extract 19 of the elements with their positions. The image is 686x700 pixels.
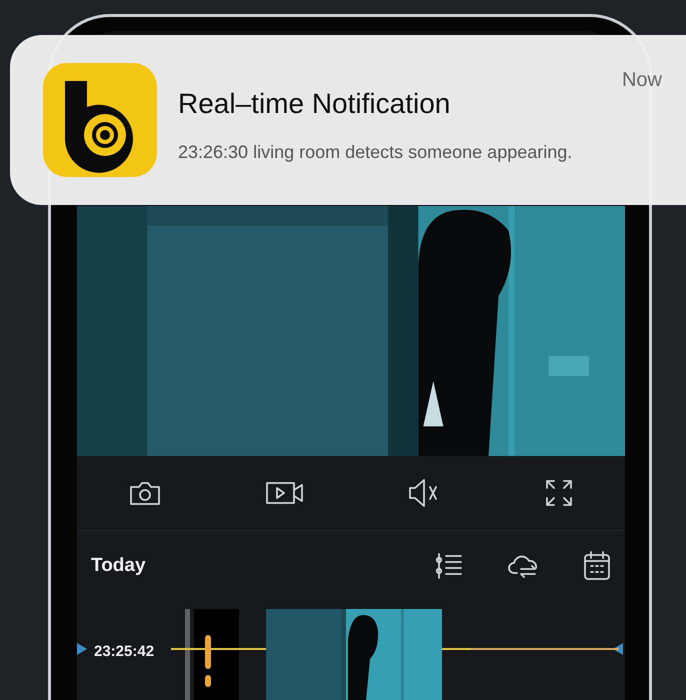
cloud-icon — [507, 553, 539, 579]
video-camera-icon — [266, 481, 304, 505]
date-label: Today — [91, 554, 146, 578]
camera-icon — [129, 480, 162, 506]
event-marker — [205, 635, 211, 687]
cloud-button[interactable] — [507, 553, 539, 579]
notification-title: Real–time Notification — [178, 87, 452, 121]
video-camera-button[interactable] — [266, 481, 304, 505]
app-icon — [43, 63, 157, 177]
list-button[interactable] — [435, 552, 463, 580]
notification-time: Now — [622, 68, 662, 93]
calendar-icon — [583, 551, 611, 581]
fullscreen-button[interactable] — [544, 479, 573, 507]
list-icon — [435, 552, 463, 580]
camera-button[interactable] — [129, 480, 162, 506]
notification-card[interactable]: Real–time Notification 23:26:30 living room detects someone appearing. Now — [10, 35, 686, 205]
calendar-button[interactable] — [583, 551, 611, 581]
fullscreen-icon — [544, 479, 573, 507]
notification-message: 23:26:30 living room detects someone appearing. — [178, 141, 572, 164]
